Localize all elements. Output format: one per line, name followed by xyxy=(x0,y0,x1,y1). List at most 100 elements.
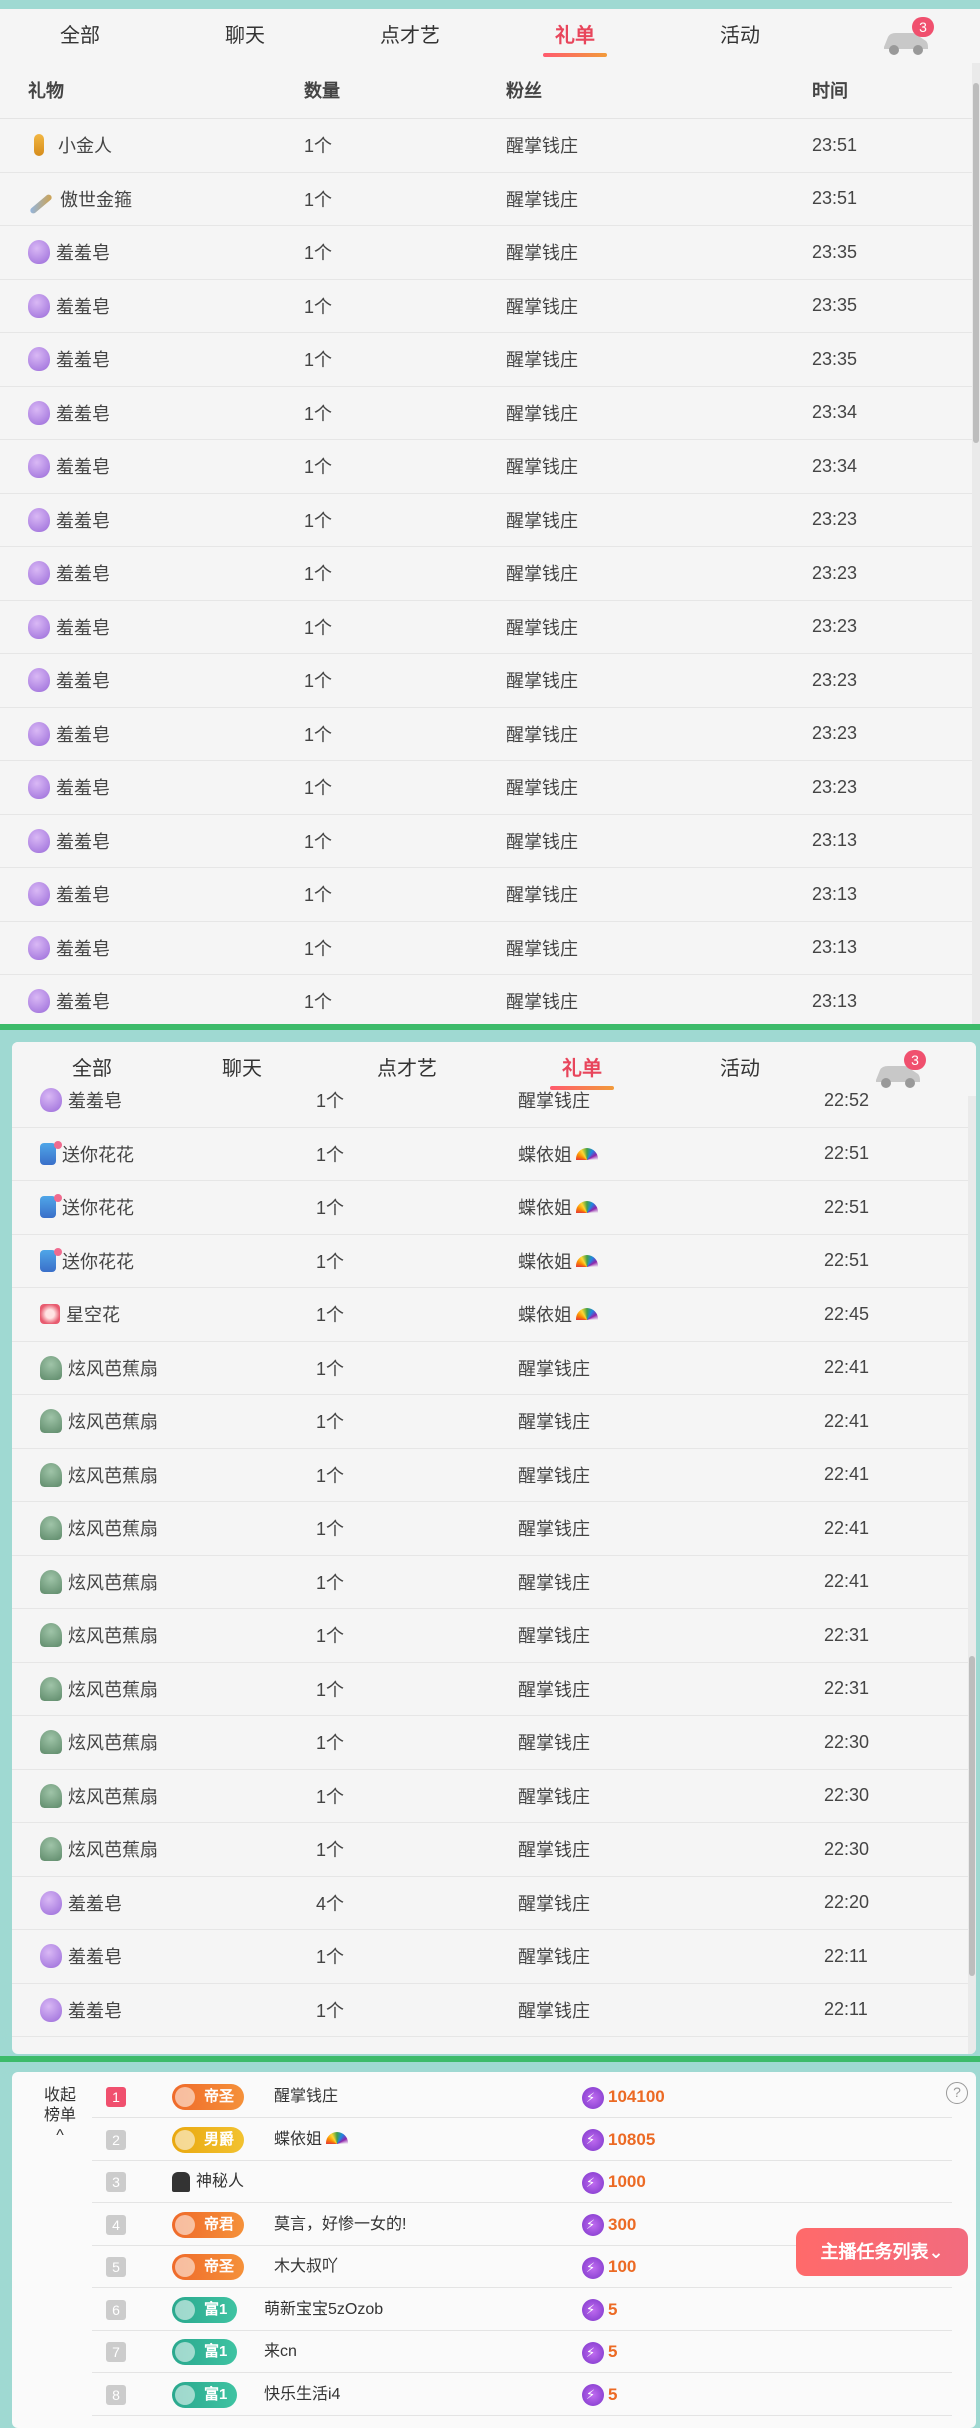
gift-cell: 羞羞皂 xyxy=(28,601,110,654)
soap-icon xyxy=(28,882,50,907)
ranking-user-name: 莫言，好惨一女的! xyxy=(274,2204,406,2246)
level-badge: 富1 xyxy=(172,2296,238,2323)
fan-name-cell: 蝶依姐 xyxy=(518,1181,598,1234)
table-row: 羞羞皂 1个 醒掌钱庄 23:35 xyxy=(0,226,980,280)
gift-name: 傲世金箍 xyxy=(60,189,132,210)
gift-cell: 羞羞皂 xyxy=(28,868,110,921)
tab-1[interactable]: 聊天 xyxy=(185,9,305,63)
scrollbar-thumb[interactable] xyxy=(973,83,979,443)
ranking-row[interactable]: 3 神秘人 1000 xyxy=(92,2161,952,2203)
tab-4[interactable]: 活动 xyxy=(680,9,800,63)
tab-0[interactable]: 全部 xyxy=(20,9,140,63)
gift-qty: 1个 xyxy=(316,1626,345,1647)
gift-qty: 1个 xyxy=(316,1305,345,1326)
ranking-row[interactable]: 7 富1 来cn 5 xyxy=(92,2331,952,2373)
collapse-ranking-button[interactable]: 收起榜单 ^ xyxy=(40,2086,80,2146)
ranking-row[interactable]: 2 男爵 蝶依姐 10805 xyxy=(92,2119,952,2161)
gift-qty: 1个 xyxy=(316,1519,345,1540)
score-value: 100 xyxy=(608,2257,637,2276)
table-row: 羞羞皂 1个 醒掌钱庄 23:34 xyxy=(0,440,980,494)
gift-name: 炫风芭蕉扇 xyxy=(68,1679,158,1700)
gift-time: 22:11 xyxy=(824,1999,868,2020)
gift-cell: 羞羞皂 xyxy=(40,1930,122,1983)
gift-name: 羞羞皂 xyxy=(56,671,110,692)
fan-name-cell: 蝶依姐 xyxy=(518,1235,598,1288)
fan-name-cell: 蝶依姐 xyxy=(518,1288,598,1341)
gift-cell: 羞羞皂 xyxy=(28,547,110,600)
gift-qty: 1个 xyxy=(304,243,333,264)
gift-name: 炫风芭蕉扇 xyxy=(68,1412,158,1433)
fan-name-cell: 醒掌钱庄 xyxy=(506,387,578,440)
gift-time: 22:51 xyxy=(824,1143,870,1164)
table-header: 礼物 数量 粉丝 时间 xyxy=(0,63,980,119)
user-name-text: 萌新宝宝5zOzob xyxy=(264,2300,384,2318)
score-value: 5 xyxy=(608,2342,618,2361)
gift-name: 羞羞皂 xyxy=(56,457,110,478)
gift-cell: 送你花花 xyxy=(40,1235,134,1288)
gift-qty: 1个 xyxy=(316,1733,345,1754)
rank-number: 4 xyxy=(106,2214,126,2235)
gift-cell: 羞羞皂 xyxy=(28,975,110,1024)
bolt-coin-icon xyxy=(582,2384,604,2407)
fan-name: 醒掌钱庄 xyxy=(506,510,578,531)
gift-name: 炫风芭蕉扇 xyxy=(68,1519,158,1540)
scrollbar[interactable] xyxy=(972,63,980,1024)
tab-3[interactable]: 礼单 xyxy=(515,9,635,63)
fan-name-cell: 醒掌钱庄 xyxy=(506,280,578,333)
gift-time: 23:13 xyxy=(812,990,858,1011)
table-row: 羞羞皂 1个 醒掌钱庄 23:23 xyxy=(0,494,980,547)
table-row: 羞羞皂 1个 醒掌钱庄 22:11 xyxy=(12,1984,976,2037)
user-name-text: 来cn xyxy=(264,2343,297,2360)
gift-time: 22:41 xyxy=(824,1410,870,1431)
gift-time: 23:13 xyxy=(812,937,858,958)
fan-name-cell: 醒掌钱庄 xyxy=(518,1449,590,1502)
gift-name: 炫风芭蕉扇 xyxy=(68,1733,158,1754)
table-row: 炫风芭蕉扇 1个 醒掌钱庄 22:41 xyxy=(12,1342,976,1395)
gift-time: 23:51 xyxy=(812,188,858,209)
bolt-coin-icon xyxy=(582,2129,604,2152)
gift-qty: 4个 xyxy=(316,1893,345,1914)
gift-time: 23:23 xyxy=(812,509,858,530)
gift-time: 22:31 xyxy=(824,1624,870,1645)
fan-name-cell: 醒掌钱庄 xyxy=(518,1502,590,1555)
fan-name: 醒掌钱庄 xyxy=(518,1626,590,1647)
gift-cell: 羞羞皂 xyxy=(28,333,110,386)
scrollbar[interactable] xyxy=(968,1096,976,2054)
rank-number: 1 xyxy=(106,2087,126,2107)
gift-qty: 1个 xyxy=(304,617,333,638)
contribution-score: 104100 xyxy=(582,2076,665,2118)
fan-name: 醒掌钱庄 xyxy=(518,1893,590,1914)
bolt-coin-icon xyxy=(582,2341,604,2364)
gift-cell: 羞羞皂 xyxy=(28,761,110,814)
fan-name-cell: 醒掌钱庄 xyxy=(506,547,578,600)
ranking-row[interactable]: 8 富1 快乐生活i4 5 xyxy=(92,2374,952,2416)
bolt-coin-icon xyxy=(582,2299,604,2322)
table-row: 星空花 1个 蝶依姐 22:45 xyxy=(12,1288,976,1342)
scrollbar-thumb[interactable] xyxy=(969,1656,975,1976)
user-name-text: 莫言，好惨一女的! xyxy=(274,2215,407,2233)
fan-name: 醒掌钱庄 xyxy=(518,1465,590,1486)
gift-time: 22:51 xyxy=(824,1250,870,1271)
fan-name-cell: 醒掌钱庄 xyxy=(518,1556,590,1609)
table-row: 羞羞皂 1个 醒掌钱庄 23:23 xyxy=(0,761,980,815)
soap-icon xyxy=(40,1944,62,1969)
anchor-task-list-button[interactable]: 主播任务列表⌄ xyxy=(796,2228,968,2276)
soap-icon xyxy=(40,1088,62,1113)
ranking-user-name: 木大叔吖 xyxy=(274,2246,338,2288)
table-row: 傲世金箍 1个 醒掌钱庄 23:51 xyxy=(0,173,980,226)
soap-icon xyxy=(28,614,50,639)
gift-cell: 羞羞皂 xyxy=(40,1074,122,1127)
contribution-score: 5 xyxy=(582,2331,617,2373)
gift-time: 22:30 xyxy=(824,1838,870,1859)
banana-fan-icon xyxy=(40,1623,62,1648)
gift-time: 22:30 xyxy=(824,1731,870,1752)
car-icon[interactable]: 3 xyxy=(880,17,934,57)
ranking-row[interactable]: 1 帝圣 醒掌钱庄 104100 xyxy=(92,2076,952,2118)
gift-time: 23:35 xyxy=(812,348,858,369)
gift-cell: 羞羞皂 xyxy=(28,440,110,493)
fan-name-cell: 醒掌钱庄 xyxy=(506,601,578,654)
ranking-row[interactable]: 6 富1 萌新宝宝5zOzob 5 xyxy=(92,2289,952,2331)
gift-name: 羞羞皂 xyxy=(56,885,110,906)
tab-2[interactable]: 点才艺 xyxy=(350,9,470,63)
table-row: 羞羞皂 1个 醒掌钱庄 22:11 xyxy=(12,1930,976,1984)
